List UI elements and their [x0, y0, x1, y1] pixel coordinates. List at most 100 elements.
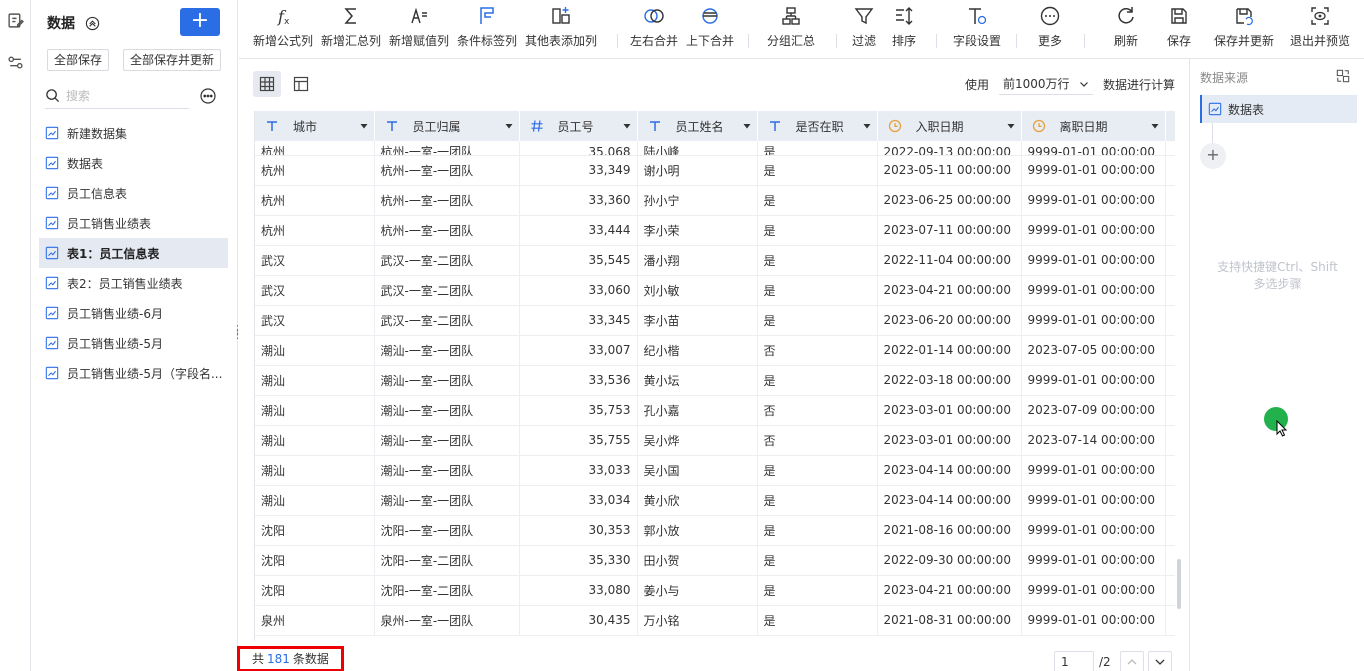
table-cell[interactable]: 9999-01-01 00:00:00: [1021, 605, 1166, 636]
layout-view-button[interactable]: [287, 71, 315, 97]
table-cell[interactable]: 2022-11-04 00:00:00: [877, 245, 1022, 276]
table-cell[interactable]: 孙小宁: [637, 185, 758, 216]
dataset-item[interactable]: 员工销售业绩表: [39, 208, 228, 238]
table-cell[interactable]: 是: [757, 155, 878, 186]
table-cell[interactable]: 33,060: [519, 275, 638, 306]
table-cell[interactable]: 2023-07-11 00:00:00: [877, 215, 1022, 246]
table-cell[interactable]: 是: [757, 455, 878, 486]
search-input[interactable]: [66, 88, 176, 103]
table-cell[interactable]: 33,444: [519, 215, 638, 246]
table-cell[interactable]: 33,007: [519, 335, 638, 366]
table-cell[interactable]: 9999-01-01 00:00:00: [1021, 155, 1166, 186]
table-row[interactable]: 武汉 武汉-一室-二团队 35,545 潘小翔是 2022-11-04 00:00:00…: [255, 245, 1175, 276]
table-row[interactable]: 潮汕 潮汕-一室-一团队 33,007 纪小楷否 2022-01-14 00:00:00…: [255, 335, 1175, 366]
table-cell[interactable]: 武汉: [255, 275, 375, 306]
more-button[interactable]: 更多: [1010, 4, 1090, 54]
column-header[interactable]: 员工号: [519, 111, 638, 141]
column-header[interactable]: 离职日期: [1021, 111, 1166, 141]
caret-down-icon[interactable]: [360, 122, 368, 130]
table-cell[interactable]: 9999-01-01 00:00:00: [1021, 305, 1166, 336]
table-cell[interactable]: 潮汕: [255, 365, 375, 396]
table-row[interactable]: 潮汕 潮汕-一室-一团队 33,536 黄小坛是 2022-03-18 00:00:00…: [255, 365, 1175, 396]
caret-down-icon[interactable]: [505, 122, 513, 130]
table-cell[interactable]: 杭州-一室-一团队: [374, 141, 520, 156]
table-cell[interactable]: 武汉-一室-二团队: [374, 305, 520, 336]
table-cell[interactable]: 2023-03-01 00:00:00: [877, 425, 1022, 456]
table-cell[interactable]: 2023-03-01 00:00:00: [877, 395, 1022, 426]
table-cell[interactable]: 2023-04-14 00:00:00: [877, 485, 1022, 516]
table-cell[interactable]: 9999-01-01 00:00:00: [1021, 515, 1166, 546]
table-cell[interactable]: 沈阳: [255, 575, 375, 606]
table-cell[interactable]: 是: [757, 275, 878, 306]
table-cell[interactable]: 35,545: [519, 245, 638, 276]
more-options-icon[interactable]: [200, 88, 216, 104]
table-cell[interactable]: 2023-06-25 00:00:00: [877, 185, 1022, 216]
table-cell[interactable]: 9999-01-01 00:00:00: [1021, 275, 1166, 306]
table-cell[interactable]: 杭州: [255, 141, 375, 156]
table-row[interactable]: 杭州 杭州-一室-一团队 33,349 谢小明是 2023-05-11 00:00:00…: [255, 155, 1175, 186]
table-cell[interactable]: 武汉: [255, 305, 375, 336]
caret-down-icon[interactable]: [743, 122, 751, 130]
table-cell[interactable]: 9999-01-01 00:00:00: [1021, 215, 1166, 246]
table-row[interactable]: 杭州 杭州-一室-一团队 33,444 李小荣是 2023-07-11 00:00:00…: [255, 215, 1175, 246]
dataset-item[interactable]: 表1：员工信息表: [39, 238, 228, 268]
table-cell[interactable]: 潘小翔: [637, 245, 758, 276]
collapse-up-icon[interactable]: [85, 16, 100, 31]
table-cell[interactable]: 孔小嘉: [637, 395, 758, 426]
dataset-item[interactable]: 员工销售业绩-5月（字段名...: [39, 358, 228, 388]
table-cell[interactable]: 黄小坛: [637, 365, 758, 396]
table-cell[interactable]: 2023-06-20 00:00:00: [877, 305, 1022, 336]
table-cell[interactable]: 30,435: [519, 605, 638, 636]
column-header[interactable]: 城市: [255, 111, 375, 141]
table-cell[interactable]: 沈阳: [255, 515, 375, 546]
table-cell[interactable]: 泉州: [255, 605, 375, 636]
add-step-button[interactable]: +: [1200, 143, 1226, 169]
column-header[interactable]: 员工姓名: [637, 111, 758, 141]
table-cell[interactable]: 武汉: [255, 245, 375, 276]
table-cell[interactable]: 是: [757, 305, 878, 336]
dataset-item[interactable]: 员工销售业绩-5月: [39, 328, 228, 358]
table-cell[interactable]: 2023-07-09 00:00:00: [1021, 395, 1166, 426]
table-row[interactable]: 潮汕 潮汕-一室-一团队 35,755 吴小烨否 2023-03-01 00:00:00…: [255, 425, 1175, 456]
group-summary-button[interactable]: 分组汇总: [751, 4, 831, 54]
table-cell[interactable]: 否: [757, 395, 878, 426]
table-cell[interactable]: 33,360: [519, 185, 638, 216]
table-row[interactable]: 潮汕 潮汕-一室-一团队 33,034 黄小欣是 2023-04-14 00:00:00…: [255, 485, 1175, 516]
table-row[interactable]: 杭州 杭州-一室-一团队 35,068 陆小峰是 2022-09-13 00:00:00…: [255, 141, 1175, 156]
page-input[interactable]: [1054, 651, 1094, 671]
table-cell[interactable]: 2022-03-18 00:00:00: [877, 365, 1022, 396]
table-cell[interactable]: 9999-01-01 00:00:00: [1021, 485, 1166, 516]
dataset-item[interactable]: 数据表: [39, 148, 228, 178]
table-cell[interactable]: 2022-01-14 00:00:00: [877, 335, 1022, 366]
table-cell[interactable]: 姜小与: [637, 575, 758, 606]
table-row[interactable]: 沈阳 沈阳-一室-二团队 33,080 姜小与是 2023-04-21 00:00:00…: [255, 575, 1175, 606]
caret-down-icon[interactable]: [1007, 122, 1015, 130]
table-cell[interactable]: 33,349: [519, 155, 638, 186]
table-cell[interactable]: 李小苗: [637, 305, 758, 336]
table-cell[interactable]: 是: [757, 245, 878, 276]
field-settings-button[interactable]: 字段设置: [937, 4, 1017, 54]
table-cell[interactable]: 杭州: [255, 155, 375, 186]
table-cell[interactable]: 潮汕-一室-一团队: [374, 425, 520, 456]
table-cell[interactable]: 是: [757, 575, 878, 606]
table-cell[interactable]: 黄小欣: [637, 485, 758, 516]
grid-view-button[interactable]: [253, 71, 281, 97]
table-cell[interactable]: 2022-09-30 00:00:00: [877, 545, 1022, 576]
table-cell[interactable]: 2021-08-31 00:00:00: [877, 605, 1022, 636]
table-cell[interactable]: 2022-09-13 00:00:00: [877, 141, 1022, 156]
dataset-item[interactable]: 员工销售业绩-6月: [39, 298, 228, 328]
table-cell[interactable]: 33,080: [519, 575, 638, 606]
table-cell[interactable]: 33,033: [519, 455, 638, 486]
save-all-update-button[interactable]: 全部保存并更新: [123, 49, 222, 71]
caret-down-icon[interactable]: [1151, 122, 1159, 130]
table-cell[interactable]: 泉州-一室-一团队: [374, 605, 520, 636]
table-cell[interactable]: 沈阳-一室-二团队: [374, 575, 520, 606]
table-cell[interactable]: 33,034: [519, 485, 638, 516]
table-cell[interactable]: 武汉-一室-二团队: [374, 275, 520, 306]
data-edit-icon[interactable]: [7, 12, 24, 29]
table-cell[interactable]: 是: [757, 605, 878, 636]
table-cell[interactable]: 9999-01-01 00:00:00: [1021, 575, 1166, 606]
table-cell[interactable]: 万小铭: [637, 605, 758, 636]
table-cell[interactable]: 谢小明: [637, 155, 758, 186]
table-cell[interactable]: 潮汕: [255, 425, 375, 456]
